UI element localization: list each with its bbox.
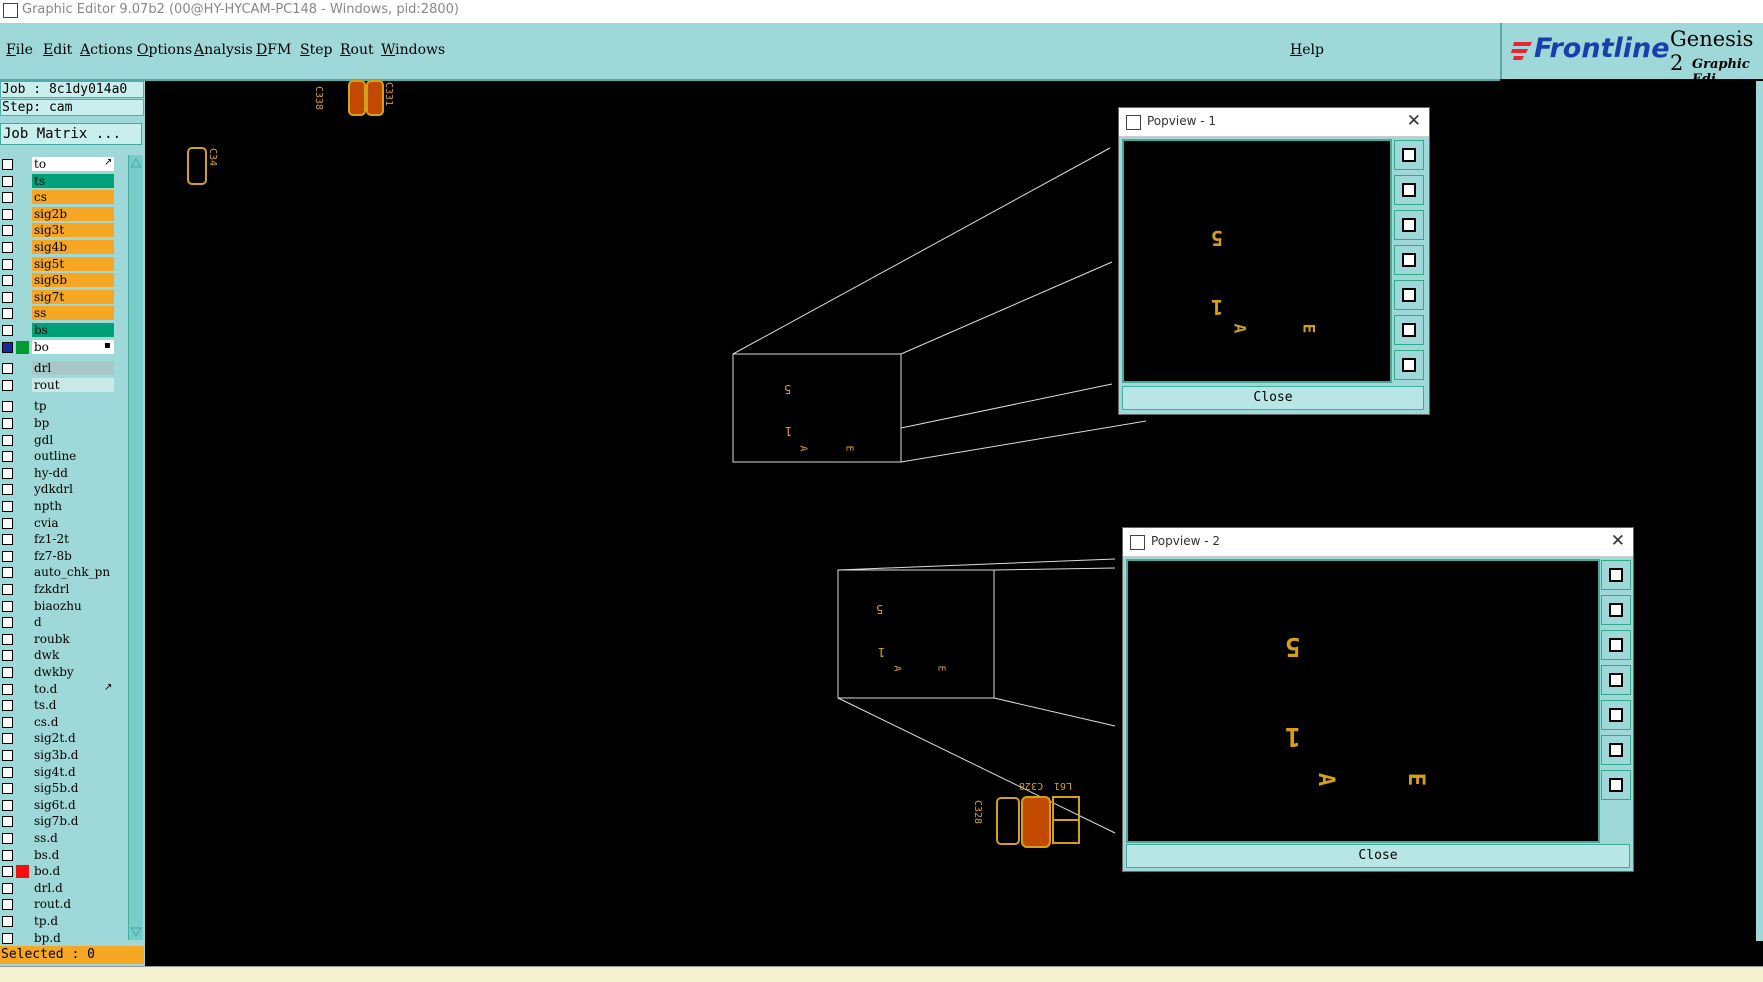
zoom-in-icon-glyph (1609, 743, 1623, 757)
popview-1-close-button[interactable]: Close (1122, 386, 1424, 410)
pan-up-icon[interactable] (1601, 595, 1631, 625)
glyph-1: 1 (785, 424, 793, 438)
close-icon[interactable]: ✕ (1611, 531, 1625, 551)
zoom-fit-icon-glyph (1402, 148, 1416, 162)
glyph-a: A (797, 445, 809, 452)
pad-c328 (996, 797, 1020, 845)
pan-down-icon-glyph (1402, 218, 1416, 232)
pan-up-icon-glyph (1402, 183, 1416, 197)
close-icon[interactable]: ✕ (1407, 111, 1421, 131)
pan-right-icon[interactable] (1394, 280, 1424, 310)
label-c328b: C328 (1019, 780, 1044, 791)
label-c328: C328 (972, 800, 983, 825)
pan-left-icon-glyph (1609, 673, 1623, 687)
pan-left-icon[interactable] (1601, 665, 1631, 695)
zoom-out-icon[interactable] (1601, 770, 1631, 800)
pan-down-icon[interactable] (1394, 210, 1424, 240)
glyph-1: 1 (878, 645, 886, 659)
zoom-out-icon-glyph (1609, 778, 1623, 792)
pad-c328b (1021, 796, 1051, 848)
pad-c331 (366, 80, 384, 116)
popview-1-title: Popview - 1 (1147, 114, 1216, 128)
pan-left-icon[interactable] (1394, 245, 1424, 275)
pan-right-icon-glyph (1609, 708, 1623, 722)
glyph-5: 5 (784, 382, 792, 396)
glyph-5: 5 (1211, 226, 1224, 250)
glyph-a: A (1230, 323, 1250, 334)
popview-icon (1130, 535, 1145, 550)
glyph-e: E (1299, 323, 1319, 334)
zoom-line (900, 261, 1113, 355)
pan-down-icon-glyph (1609, 638, 1623, 652)
pad-c338 (348, 80, 366, 116)
glyph-e: E (1403, 772, 1429, 787)
pad-c34 (187, 147, 207, 185)
zoom-fit-icon[interactable] (1601, 560, 1631, 590)
pan-left-icon-glyph (1402, 253, 1416, 267)
zoom-line (993, 697, 1116, 727)
popview-1-window: Popview - 1 ✕ 5 1 A E Close (1118, 107, 1430, 415)
zoom-line (900, 420, 1147, 463)
zoom-out-icon[interactable] (1394, 350, 1424, 380)
zoom-in-icon-glyph (1402, 323, 1416, 337)
glyph-5: 5 (876, 602, 884, 616)
popview-2-canvas[interactable]: 5 1 A E (1126, 559, 1600, 843)
zoom-box-2 (837, 569, 995, 699)
glyph-a: A (1313, 772, 1339, 787)
pan-right-icon[interactable] (1601, 700, 1631, 730)
zoom-out-icon-glyph (1402, 358, 1416, 372)
pan-up-icon[interactable] (1394, 175, 1424, 205)
popview-1-canvas[interactable]: 5 1 A E (1122, 139, 1392, 383)
zoom-in-icon[interactable] (1601, 735, 1631, 765)
pan-down-icon[interactable] (1601, 630, 1631, 660)
glyph-5: 5 (1285, 631, 1301, 661)
pan-up-icon-glyph (1609, 603, 1623, 617)
glyph-e: E (935, 665, 947, 672)
popview-2-close-button[interactable]: Close (1126, 844, 1630, 868)
glyph-1: 1 (1285, 721, 1301, 751)
popview-1-titlebar[interactable]: Popview - 1 ✕ (1119, 108, 1429, 137)
label-c331: C331 (383, 82, 394, 107)
glyph-e: E (843, 445, 855, 452)
glyph-a: A (891, 665, 903, 672)
popview-icon (1126, 115, 1141, 130)
glyph-1: 1 (1211, 295, 1224, 319)
label-c338: C338 (313, 86, 324, 111)
popview-2-window: Popview - 2 ✕ 5 1 A E Close (1122, 527, 1634, 872)
zoom-line (732, 147, 1111, 355)
zoom-in-icon[interactable] (1394, 315, 1424, 345)
zoom-line (993, 567, 1116, 571)
popview-2-title: Popview - 2 (1151, 534, 1220, 548)
label-l61: L61 (1054, 780, 1073, 791)
zoom-box-1 (732, 353, 902, 463)
zoom-fit-icon[interactable] (1394, 140, 1424, 170)
zoom-line (900, 383, 1113, 429)
popview-2-titlebar[interactable]: Popview - 2 ✕ (1123, 528, 1633, 557)
zoom-fit-icon-glyph (1609, 568, 1623, 582)
pan-right-icon-glyph (1402, 288, 1416, 302)
label-c34: C34 (207, 148, 218, 167)
